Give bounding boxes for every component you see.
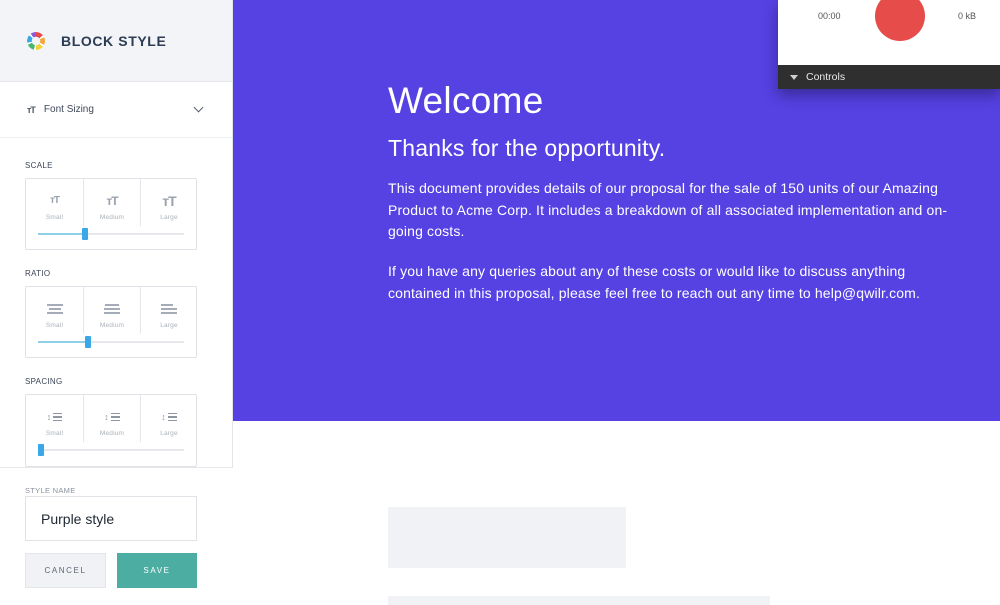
scale-option-small[interactable]: ᴛT Small (26, 179, 83, 226)
triangle-down-icon (790, 74, 798, 80)
scale-option-medium[interactable]: ᴛT Medium (83, 179, 140, 226)
style-name-input[interactable] (25, 496, 197, 541)
option-label: Medium (99, 430, 125, 437)
save-button[interactable]: SAVE (117, 553, 197, 588)
document-canvas: Welcome Thanks for the opportunity. This… (233, 0, 1000, 605)
hero-subtitle[interactable]: Thanks for the opportunity. (388, 135, 665, 162)
chevron-down-icon (193, 102, 204, 113)
line-spacing-medium-icon: ↕ (104, 410, 120, 424)
controls-toggle[interactable]: Controls (778, 65, 1000, 89)
option-label: Large (160, 322, 178, 329)
option-label: Small (45, 430, 64, 437)
align-medium-icon (104, 302, 120, 316)
recorder-panel: 00:00 0 kB (778, 0, 1000, 65)
ratio-option-small[interactable]: Small (26, 287, 83, 334)
ratio-option-large[interactable]: Large (140, 287, 197, 334)
option-label: Small (45, 214, 64, 221)
line-spacing-large-icon: ↕ (161, 410, 177, 424)
option-label: Medium (99, 322, 125, 329)
line-spacing-small-icon: ↕ (47, 410, 63, 424)
cancel-button[interactable]: CANCEL (25, 553, 106, 588)
dropdown-label: Font Sizing (43, 104, 94, 115)
ratio-option-medium[interactable]: Medium (83, 287, 140, 334)
record-button[interactable] (875, 0, 925, 41)
controls-label: Controls (806, 71, 846, 83)
option-label: Small (45, 322, 64, 329)
align-large-icon (161, 302, 177, 316)
hero-title[interactable]: Welcome (388, 80, 544, 122)
panel-header: BLOCK STYLE (0, 0, 232, 82)
slider-handle[interactable] (38, 444, 44, 456)
spacing-selector: ↕ Small ↕ Medium ↕ Large (25, 394, 197, 467)
font-size-large-icon: ᴛT (162, 193, 176, 209)
scale-option-large[interactable]: ᴛT Large (140, 179, 197, 226)
hero-paragraph[interactable]: This document provides details of our pr… (388, 178, 948, 243)
scale-slider[interactable] (38, 228, 184, 240)
screen-recorder-widget: 00:00 0 kB Controls (778, 0, 1000, 89)
font-size-small-icon: ᴛT (49, 195, 60, 206)
content-placeholder (388, 596, 770, 605)
style-name-label: STYLE NAME (25, 486, 76, 495)
align-small-icon (46, 302, 63, 316)
ratio-label: RATIO (25, 269, 51, 278)
panel-title: BLOCK STYLE (61, 32, 167, 49)
option-label: Medium (99, 214, 125, 221)
slider-handle[interactable] (82, 228, 88, 240)
slider-handle[interactable] (85, 336, 91, 348)
spacing-option-large[interactable]: ↕ Large (140, 395, 197, 442)
qwilr-logo (27, 31, 45, 50)
slider-fill (38, 341, 88, 343)
font-sizing-dropdown[interactable]: ᴛT Font Sizing (0, 82, 232, 138)
spacing-label: SPACING (25, 377, 63, 386)
option-label: Large (160, 430, 178, 437)
recording-time: 00:00 (818, 11, 841, 21)
hero-paragraph[interactable]: If you have any queries about any of the… (388, 261, 948, 304)
slider-fill (38, 233, 85, 235)
spacing-slider[interactable] (38, 444, 184, 456)
ratio-slider[interactable] (38, 336, 184, 348)
font-size-medium-icon: ᴛT (106, 194, 118, 208)
block-style-panel: BLOCK STYLE ᴛT Font Sizing SCALE ᴛT Smal… (0, 0, 233, 605)
spacing-option-small[interactable]: ↕ Small (26, 395, 83, 442)
content-placeholder (388, 507, 626, 568)
font-size-icon: ᴛT (27, 104, 36, 115)
spacing-option-medium[interactable]: ↕ Medium (83, 395, 140, 442)
scale-label: SCALE (25, 161, 53, 170)
option-label: Large (160, 214, 178, 221)
style-footer: STYLE NAME CANCEL SAVE (0, 467, 233, 605)
scale-selector: ᴛT Small ᴛT Medium ᴛT Large (25, 178, 197, 250)
recording-size: 0 kB (957, 11, 976, 21)
ratio-selector: Small Medium Large (25, 286, 197, 358)
